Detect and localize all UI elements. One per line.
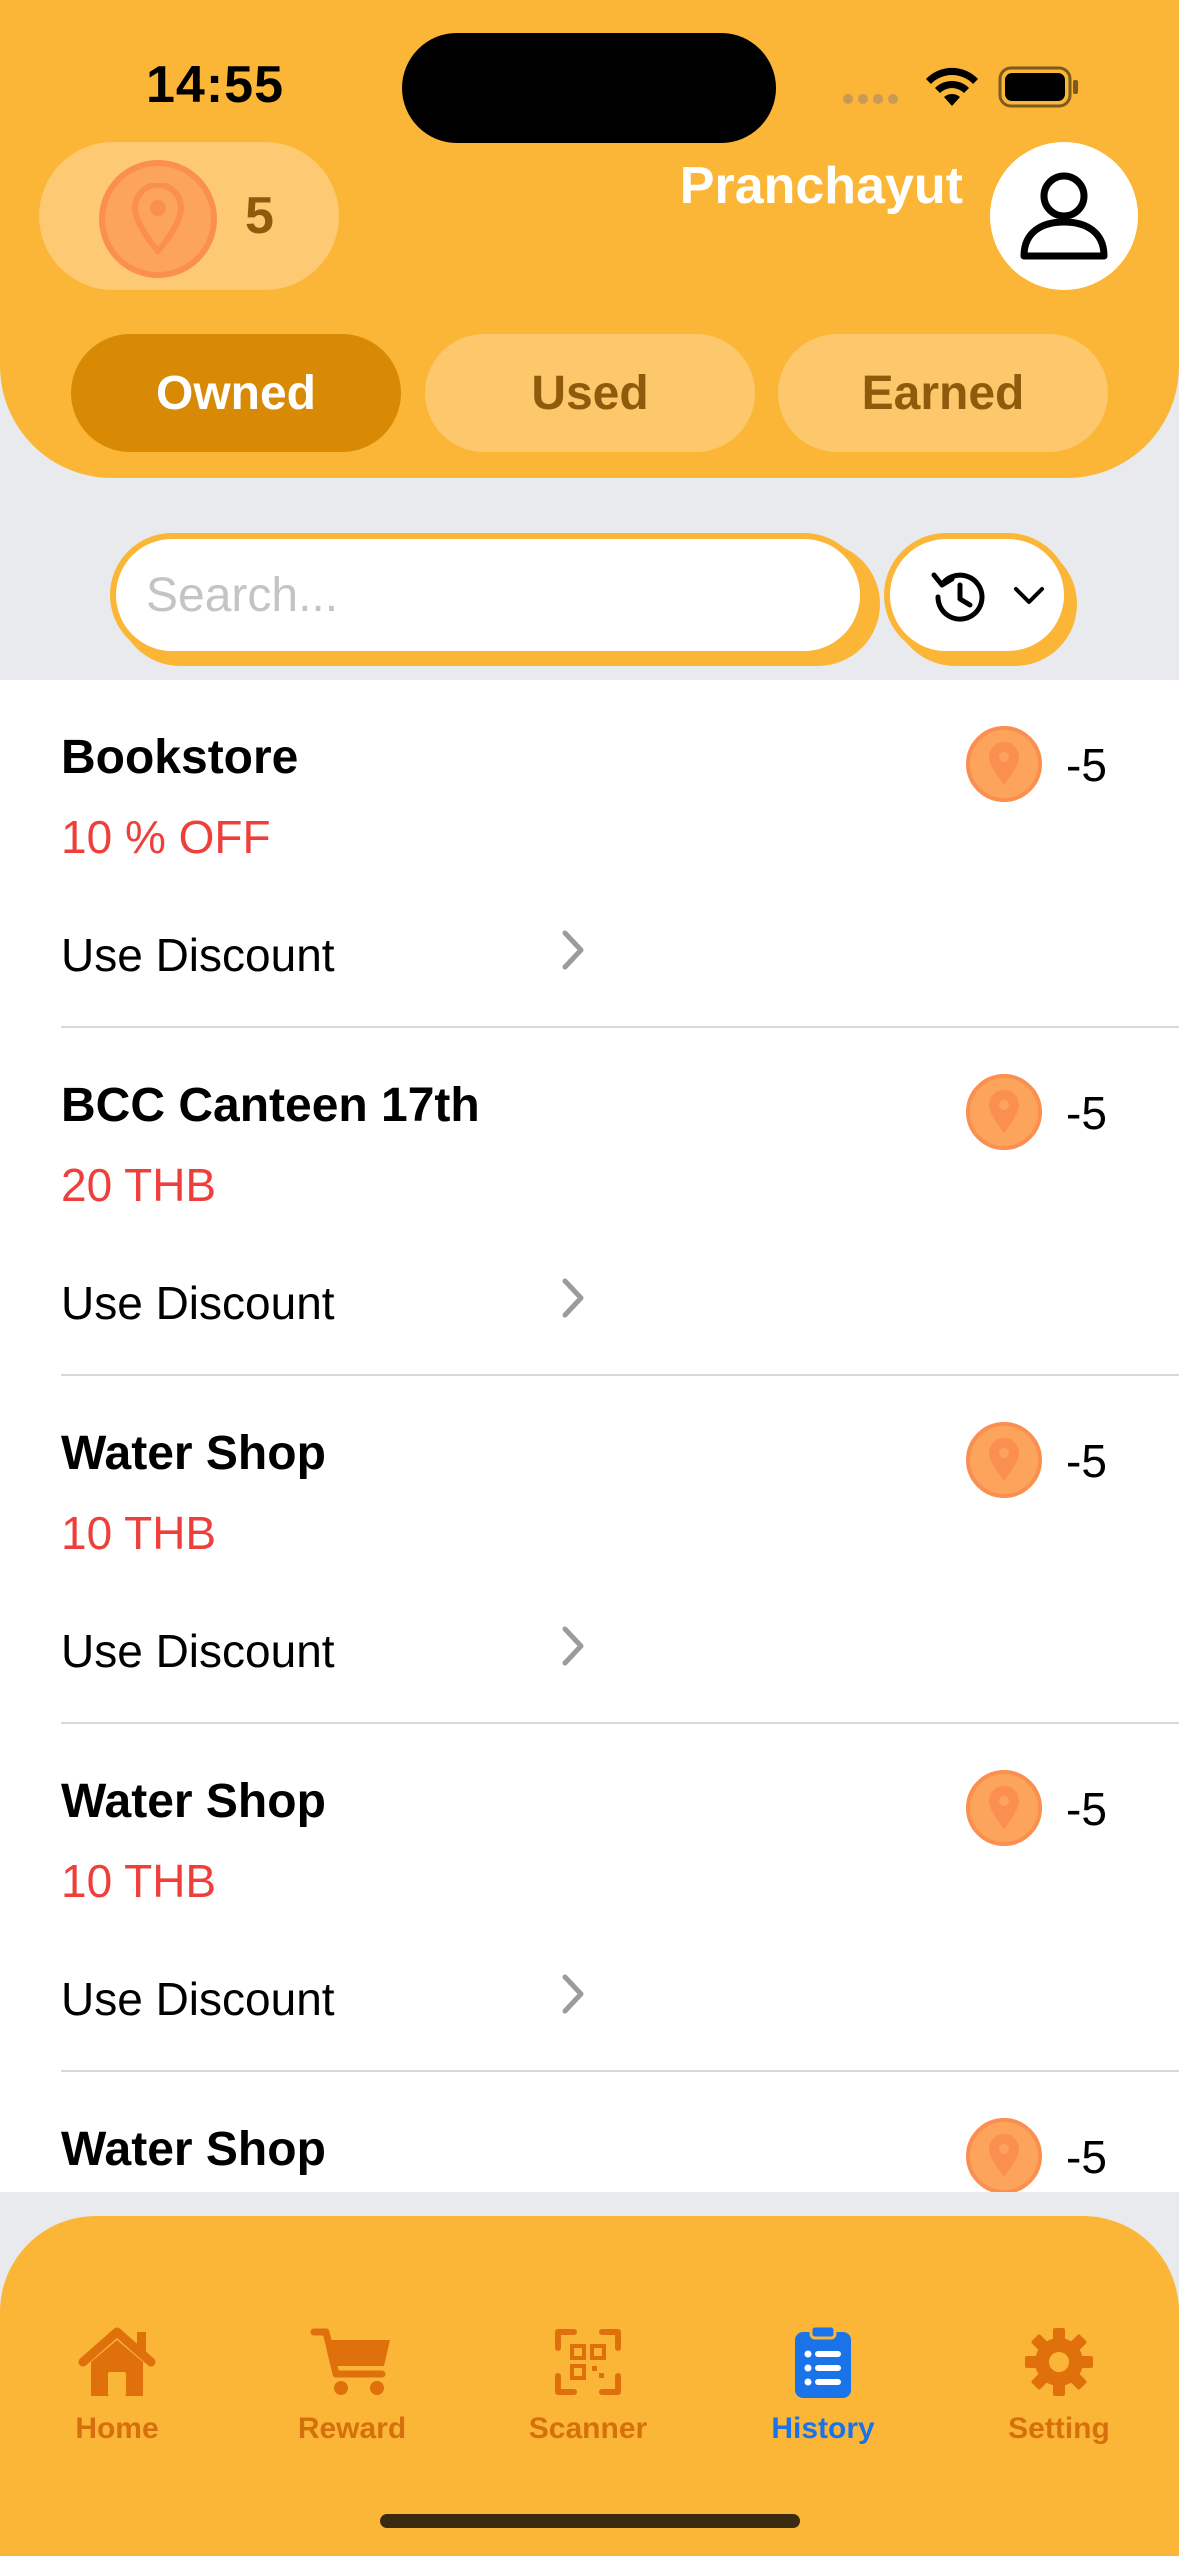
- location-pin-icon: [966, 2118, 1042, 2192]
- item-title: BCC Canteen 17th: [61, 1079, 480, 1132]
- tab-label: Setting: [1008, 2412, 1110, 2445]
- tab-label: Home: [75, 2412, 159, 2445]
- item-cost: -5: [1066, 2131, 1107, 2183]
- location-pin-icon: [99, 160, 217, 278]
- location-pin-icon: [966, 1422, 1042, 1498]
- item-title: Water Shop: [61, 2123, 326, 2176]
- points-count: 5: [245, 187, 274, 245]
- list-item: Water Shop 10 THB Use Discount -5: [0, 1724, 1179, 2072]
- item-discount: 10 THB: [61, 1855, 217, 1907]
- history-sort-button[interactable]: [884, 533, 1070, 657]
- item-cost: -5: [1066, 1087, 1107, 1139]
- points-balance: 5: [39, 142, 339, 290]
- tab-label: Scanner: [528, 2412, 648, 2445]
- clock-history-icon: [931, 572, 985, 622]
- chevron-right-icon: [562, 930, 584, 970]
- use-discount-button[interactable]: Use Discount: [61, 1276, 335, 1330]
- item-discount: 10 THB: [61, 1507, 217, 1559]
- signal-icon: [843, 94, 898, 104]
- use-discount-button[interactable]: Use Discount: [61, 1972, 335, 2026]
- gear-icon: [1025, 2328, 1093, 2396]
- location-pin-icon: [966, 726, 1042, 802]
- item-title: Bookstore: [61, 731, 299, 784]
- chevron-right-icon: [562, 1974, 584, 2014]
- tab-scanner[interactable]: Scanner: [488, 2326, 688, 2466]
- cart-icon: [310, 2328, 390, 2395]
- chevron-down-icon: [1014, 587, 1044, 604]
- item-cost: -5: [1066, 1783, 1107, 1835]
- chevron-right-icon: [562, 1278, 584, 1318]
- list-item: Water Shop 10 THB Use Discount -5: [0, 1376, 1179, 1724]
- profile-avatar-button[interactable]: [990, 142, 1138, 290]
- qr-scan-icon: [555, 2329, 621, 2395]
- coupon-list: Bookstore 10 % OFF Use Discount -5 BCC C…: [0, 680, 1179, 2192]
- tab-label: Reward: [297, 2412, 407, 2445]
- list-item: Water Shop -5: [0, 2072, 1179, 2192]
- clipboard-list-icon: [795, 2326, 851, 2398]
- header: 14:55 5 Pranchayut Owned Used Earned: [0, 0, 1179, 478]
- tab-earned[interactable]: Earned: [778, 334, 1108, 452]
- home-indicator: [380, 2514, 800, 2528]
- chevron-right-icon: [562, 1626, 584, 1666]
- tab-history[interactable]: History: [723, 2326, 923, 2466]
- location-pin-icon: [966, 1074, 1042, 1150]
- item-discount: 10 % OFF: [61, 811, 271, 863]
- battery-icon: [998, 66, 1078, 108]
- tab-used[interactable]: Used: [425, 334, 755, 452]
- tab-home[interactable]: Home: [17, 2326, 217, 2466]
- use-discount-button[interactable]: Use Discount: [61, 928, 335, 982]
- search-input[interactable]: [146, 539, 836, 651]
- list-item: Bookstore 10 % OFF Use Discount -5: [0, 680, 1179, 1028]
- tab-reward[interactable]: Reward: [252, 2326, 452, 2466]
- tab-setting[interactable]: Setting: [959, 2326, 1159, 2466]
- search-box: [110, 533, 866, 657]
- wifi-icon: [926, 67, 978, 106]
- item-title: Water Shop: [61, 1775, 326, 1828]
- person-icon: [1020, 172, 1108, 260]
- location-pin-icon: [966, 1770, 1042, 1846]
- item-cost: -5: [1066, 739, 1107, 791]
- item-discount: 20 THB: [61, 1159, 217, 1211]
- status-time: 14:55: [146, 56, 284, 114]
- dynamic-island: [402, 33, 776, 143]
- tab-bar: Home Reward Scanner History Setting: [0, 2216, 1179, 2556]
- list-item: BCC Canteen 17th 20 THB Use Discount -5: [0, 1028, 1179, 1376]
- use-discount-button[interactable]: Use Discount: [61, 1624, 335, 1678]
- username: Pranchayut: [679, 157, 963, 215]
- history-screen: 14:55 5 Pranchayut Owned Used Earned Sea…: [0, 0, 1179, 2556]
- item-title: Water Shop: [61, 1427, 326, 1480]
- tab-label: History: [771, 2412, 875, 2445]
- item-cost: -5: [1066, 1435, 1107, 1487]
- tab-owned[interactable]: Owned: [71, 334, 401, 452]
- house-icon: [78, 2327, 156, 2396]
